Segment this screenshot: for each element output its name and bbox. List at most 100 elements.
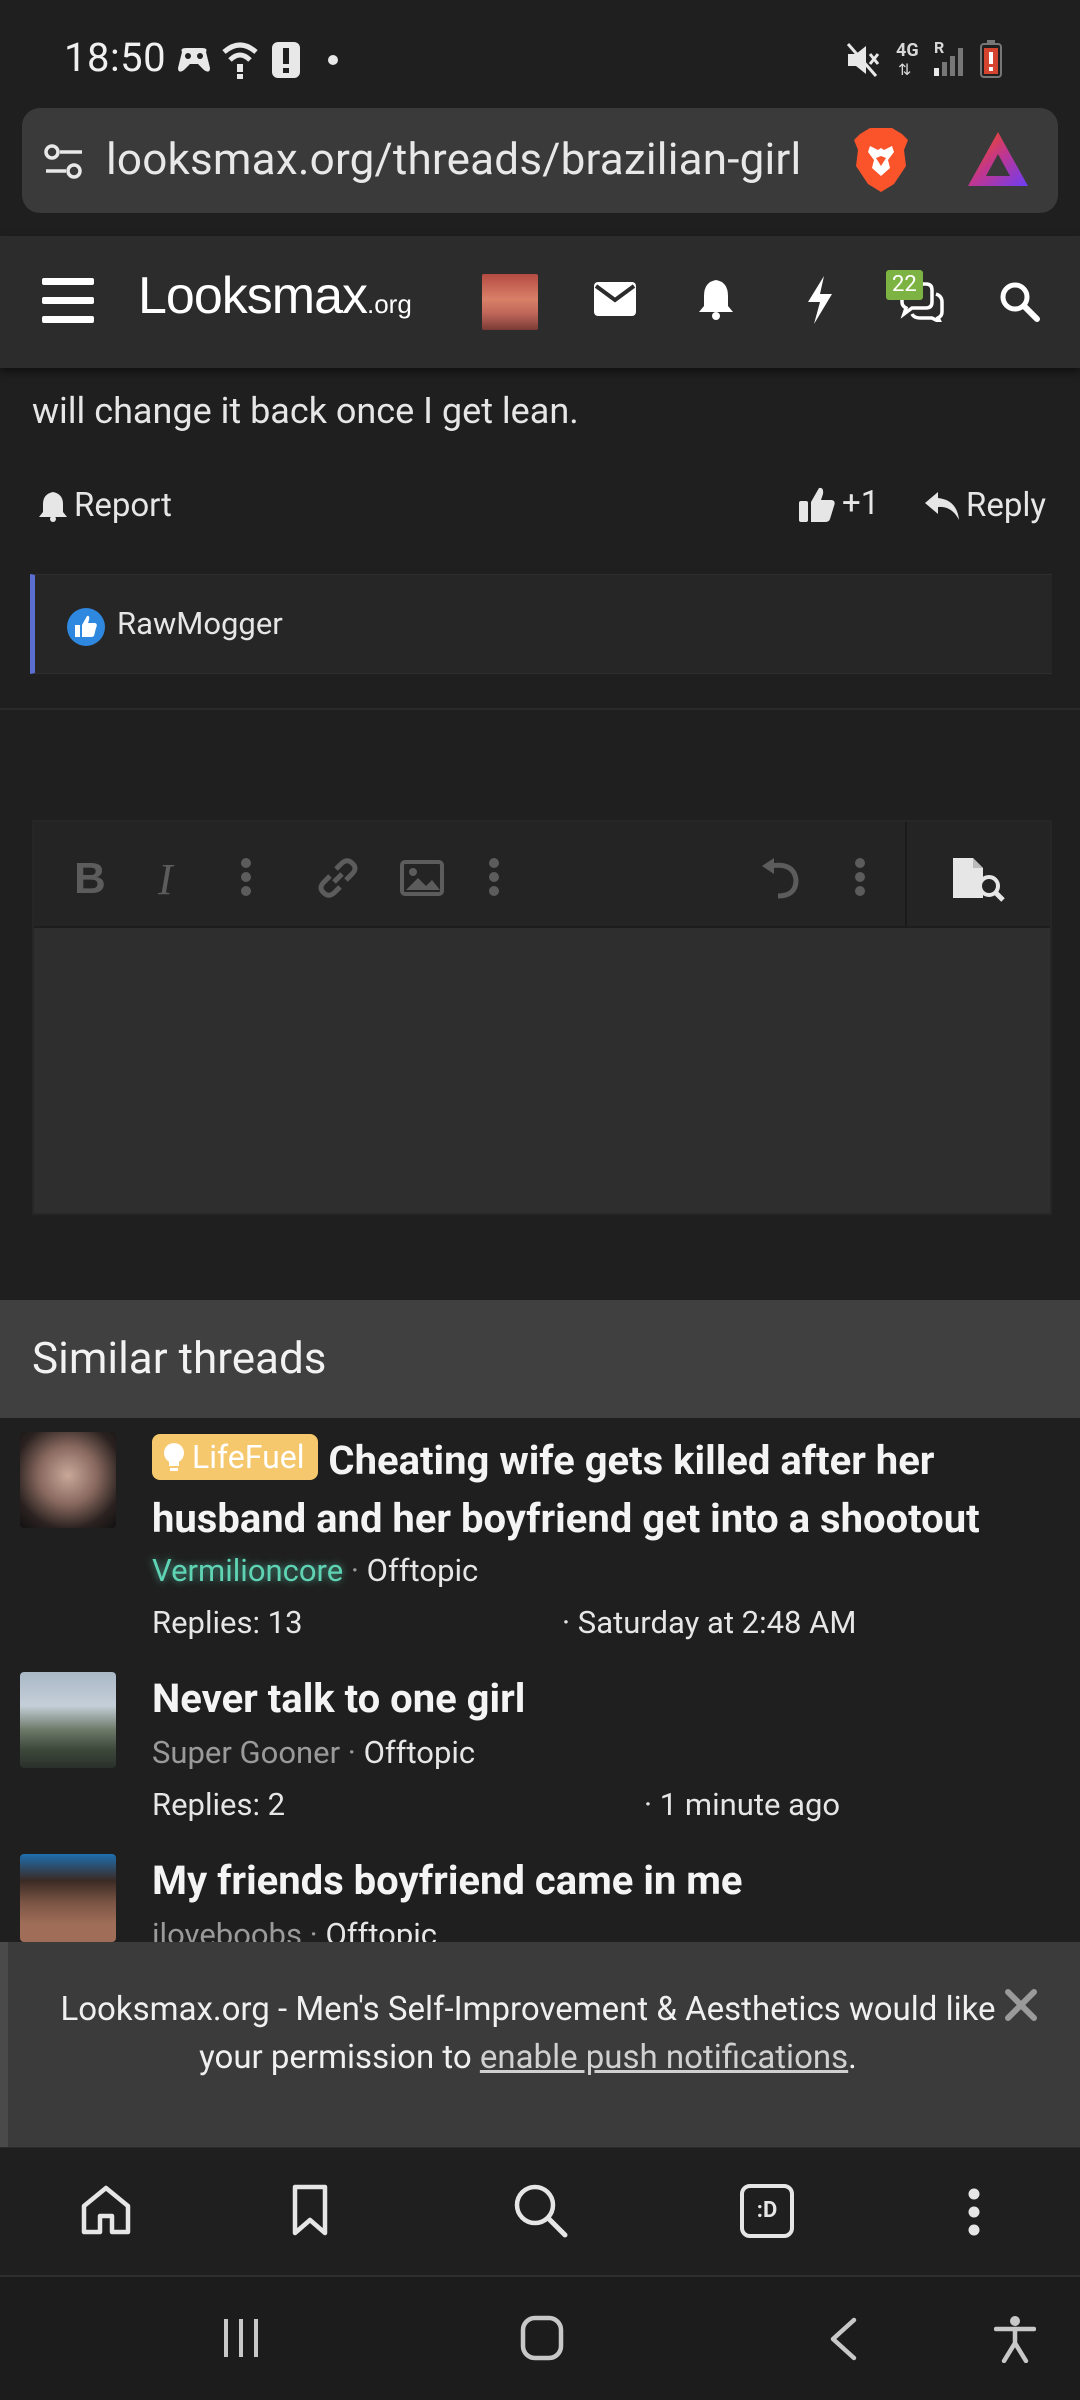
thread-date: · Saturday at 2:48 AM <box>562 1604 857 1641</box>
hamburger-menu-icon[interactable] <box>42 278 94 324</box>
thumbs-up-icon <box>798 485 836 523</box>
back-icon[interactable] <box>828 2317 858 2361</box>
signal-icon <box>934 48 966 76</box>
thread-author[interactable]: Vermilioncore <box>152 1552 343 1589</box>
tabs-button[interactable]: :D <box>740 2184 794 2238</box>
push-text-end: . <box>848 2038 857 2077</box>
thread-forum[interactable]: Offtopic <box>367 1552 479 1589</box>
network-type: 4G <box>896 40 919 61</box>
thread-meta: Vermilioncore · Offtopic <box>152 1552 479 1589</box>
game-controller-icon <box>176 44 212 76</box>
brave-shields-icon[interactable] <box>850 126 912 194</box>
thread-date-text: 1 minute ago <box>659 1786 841 1823</box>
thread-replies: Replies: 13 <box>152 1604 303 1641</box>
like-reaction-icon <box>67 608 105 646</box>
logo-main: Looksmax <box>138 267 368 325</box>
thread-item[interactable]: Never talk to one girl Super Gooner · Of… <box>0 1666 1080 1836</box>
link-icon[interactable] <box>316 856 360 900</box>
reactions-bar[interactable]: RawMogger <box>30 574 1052 674</box>
thread-forum[interactable]: Offtopic <box>364 1734 476 1771</box>
undo-icon[interactable] <box>758 858 800 900</box>
brave-rewards-icon[interactable] <box>966 130 1030 188</box>
search-icon[interactable] <box>998 280 1040 322</box>
site-settings-icon[interactable] <box>44 144 84 180</box>
site-logo[interactable]: Looksmax.org <box>138 266 412 326</box>
thread-replies: Replies: 2 <box>152 1786 286 1823</box>
accessibility-icon[interactable] <box>994 2315 1036 2363</box>
thread-date: · 1 minute ago <box>644 1786 841 1823</box>
bold-icon[interactable]: B <box>74 854 106 904</box>
mute-icon <box>846 42 880 78</box>
thread-author-avatar[interactable] <box>20 1854 116 1942</box>
push-notification-banner: Looksmax.org - Men's Self-Improvement & … <box>0 1942 1080 2147</box>
data-arrows-icon: ⇅ <box>898 60 912 79</box>
close-icon[interactable] <box>1004 1988 1038 2022</box>
similar-threads-title: Similar threads <box>32 1332 327 1384</box>
browser-address-bar: looksmax.org/threads/brazilian-girl <box>0 108 1080 236</box>
url-text: looksmax.org/threads/brazilian-girl <box>106 133 802 185</box>
like-count: +1 <box>842 484 880 523</box>
whats-new-bolt-icon[interactable] <box>806 276 834 324</box>
thread-item[interactable]: My friends boyfriend came in me iloveboo… <box>0 1848 1080 1942</box>
post-body-text: will change it back once I get lean. <box>32 390 579 432</box>
url-field[interactable]: looksmax.org/threads/brazilian-girl <box>22 108 1058 213</box>
italic-icon[interactable]: I <box>158 854 173 905</box>
battery-icon <box>980 40 1002 78</box>
reply-editor: B I <box>32 820 1052 1215</box>
home-button-icon[interactable] <box>520 2315 564 2361</box>
thread-meta: iloveboobs · Offtopic <box>152 1916 437 1942</box>
similar-threads-header: Similar threads <box>0 1300 1080 1418</box>
thread-date-text: Saturday at 2:48 AM <box>577 1604 857 1641</box>
reaction-user-link[interactable]: RawMogger <box>117 605 283 642</box>
status-time: 18:50 <box>64 34 167 81</box>
enable-push-link[interactable]: enable push notifications <box>480 2038 848 2077</box>
alert-badge-icon <box>272 42 300 78</box>
thread-item[interactable]: LifeFuel Cheating wife gets killed after… <box>0 1418 1080 1658</box>
lightbulb-icon <box>162 1442 186 1472</box>
alerts-bell-icon[interactable] <box>698 278 734 320</box>
thread-author[interactable]: iloveboobs <box>152 1916 302 1942</box>
logo-suffix: .org <box>367 289 412 319</box>
inbox-envelope-icon[interactable] <box>594 282 636 316</box>
more-insert-icon[interactable] <box>488 858 500 896</box>
report-label: Report <box>74 486 172 525</box>
bookmark-icon[interactable] <box>292 2184 328 2236</box>
reply-arrow-icon <box>924 491 960 521</box>
wifi-alert-icon <box>222 40 258 80</box>
reply-label: Reply <box>966 486 1047 525</box>
preview-document-icon <box>951 856 1007 902</box>
browser-bottom-toolbar: :D <box>0 2147 1080 2275</box>
editor-toolbar: B I <box>34 822 1050 928</box>
prefix-label: LifeFuel <box>192 1438 305 1476</box>
reply-button[interactable]: Reply <box>924 486 1046 525</box>
thread-forum[interactable]: Offtopic <box>325 1916 437 1942</box>
divider <box>0 708 1080 710</box>
user-avatar[interactable] <box>482 274 538 330</box>
chat-count-badge: 22 <box>886 270 923 300</box>
thread-prefix-lifefuel[interactable]: LifeFuel <box>152 1434 319 1480</box>
more-actions-icon[interactable] <box>854 858 866 896</box>
thread-title[interactable]: My friends boyfriend came in me <box>152 1852 1052 1910</box>
menu-more-icon[interactable] <box>968 2188 980 2236</box>
system-navigation-bar <box>0 2275 1080 2400</box>
home-icon[interactable] <box>80 2184 132 2236</box>
thread-author-avatar[interactable] <box>20 1432 116 1528</box>
search-icon[interactable] <box>512 2182 568 2238</box>
dot-icon <box>328 55 338 65</box>
site-header: Looksmax.org 22 <box>0 236 1080 368</box>
bell-icon <box>38 490 68 522</box>
like-button[interactable]: +1 <box>798 484 879 523</box>
thread-title[interactable]: Never talk to one girl <box>152 1670 1052 1728</box>
thread-author-avatar[interactable] <box>20 1672 116 1768</box>
push-notification-text: Looksmax.org - Men's Self-Improvement & … <box>58 1986 998 2082</box>
thread-meta: Super Gooner · Offtopic <box>152 1734 476 1771</box>
more-options-icon[interactable] <box>240 858 252 896</box>
editor-text-area[interactable] <box>34 928 1050 1213</box>
preview-button[interactable] <box>905 822 1050 928</box>
status-bar: 18:50 4G ⇅ R <box>0 0 1080 108</box>
thread-title[interactable]: LifeFuel Cheating wife gets killed after… <box>152 1432 1052 1548</box>
report-button[interactable]: Report <box>38 486 172 525</box>
thread-author[interactable]: Super Gooner <box>152 1734 340 1771</box>
image-icon[interactable] <box>400 860 444 896</box>
recent-apps-icon[interactable] <box>222 2317 260 2359</box>
